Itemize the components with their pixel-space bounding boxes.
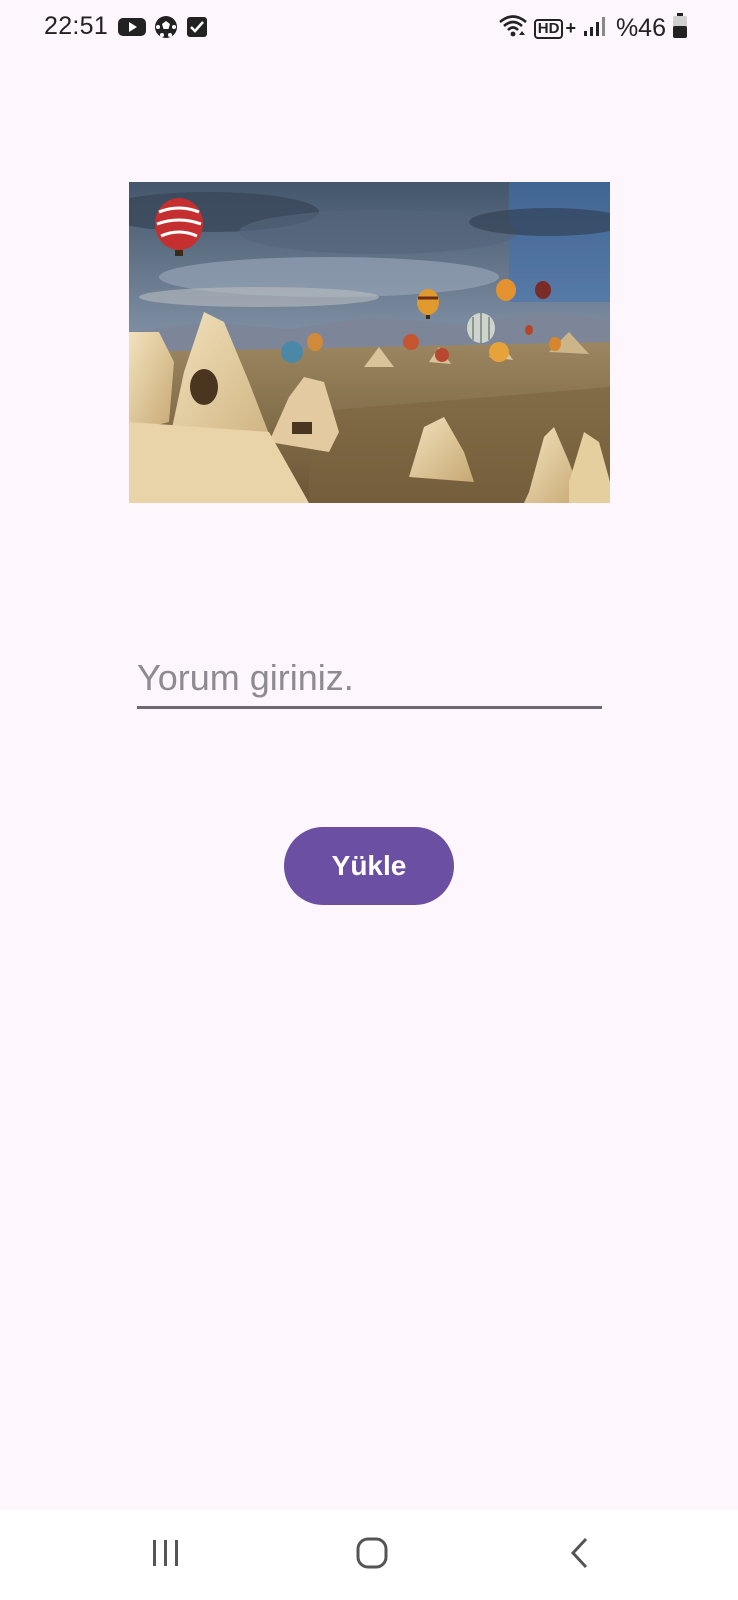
battery-icon — [672, 13, 688, 44]
hd-signal-icon: HD — [533, 18, 564, 39]
upload-button[interactable]: Yükle — [284, 827, 454, 905]
youtube-icon — [118, 16, 146, 43]
network-plus-label: + — [565, 18, 576, 38]
status-system-icons: HD + %46 — [498, 13, 688, 44]
status-bar: 22:51 HD + %46 — [0, 0, 738, 56]
recent-apps-icon — [150, 1538, 182, 1573]
battery-percent: %46 — [615, 14, 666, 42]
status-time: 22:51 — [44, 12, 109, 40]
cappadocia-balloon-photo — [129, 182, 610, 503]
home-button[interactable] — [342, 1530, 402, 1580]
status-notification-icons — [118, 15, 208, 44]
home-icon — [355, 1536, 389, 1575]
back-icon — [568, 1536, 592, 1575]
comment-field — [137, 650, 602, 710]
wifi-icon — [498, 13, 528, 44]
back-button[interactable] — [550, 1530, 610, 1580]
recent-apps-button[interactable] — [136, 1530, 196, 1580]
navigation-bar — [0, 1510, 738, 1600]
cell-signal-icon — [582, 14, 606, 43]
checkbox-icon — [186, 16, 208, 43]
football-icon — [154, 15, 178, 44]
comment-input[interactable] — [137, 650, 602, 709]
